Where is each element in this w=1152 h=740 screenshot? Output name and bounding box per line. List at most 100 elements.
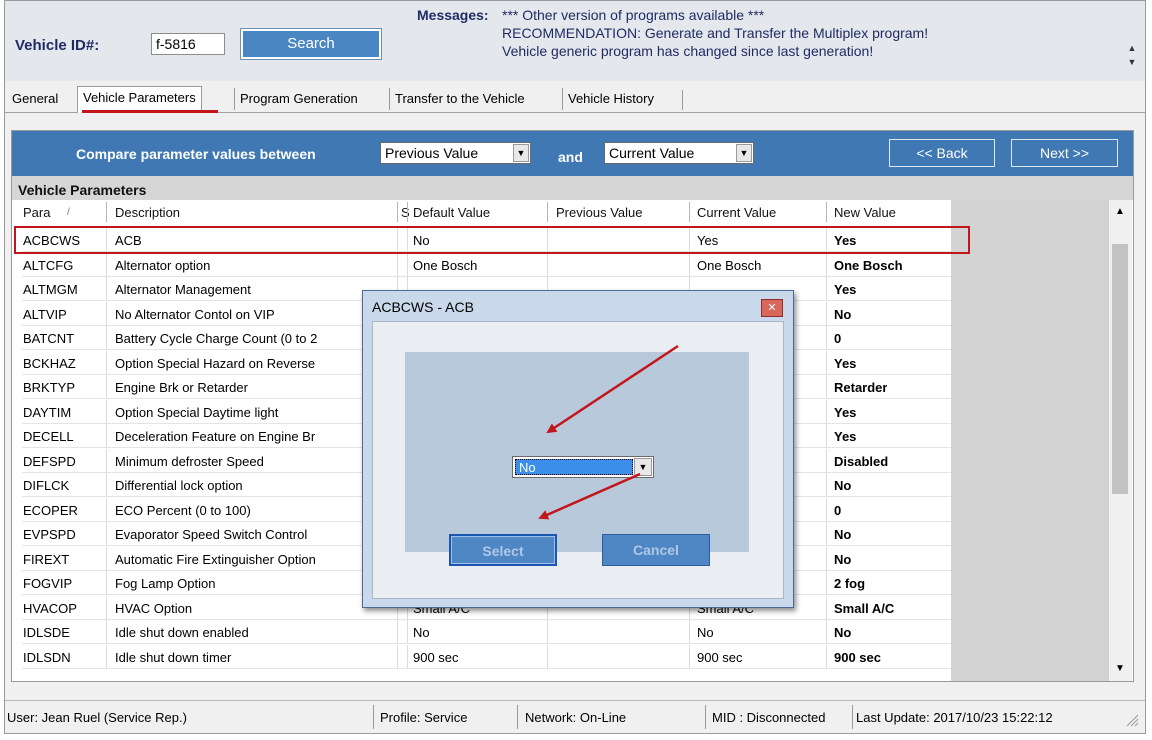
section-title: Vehicle Parameters (12, 176, 1133, 200)
table-row[interactable]: IDLSDN Idle shut down timer 900 sec 900 sec… (12, 644, 951, 669)
messages-label: Messages: (417, 7, 489, 23)
tab-general[interactable]: General (7, 88, 63, 110)
scroll-up-icon[interactable]: ▲ (1111, 203, 1129, 221)
cell-para: ALTCFG (23, 257, 74, 273)
table-row[interactable]: IDLSDE Idle shut down enabled No No No (12, 620, 951, 644)
cell-new: 0 (834, 502, 842, 518)
tab-divider (682, 90, 683, 110)
cell-desc: Option Special Daytime light (115, 404, 279, 420)
column-divider (106, 546, 107, 571)
cell-new: No (834, 527, 852, 542)
column-divider (826, 399, 827, 424)
cell-new: Retarder (834, 380, 888, 395)
cell-desc: Fog Lamp Option (115, 576, 216, 591)
cancel-button[interactable]: Cancel (602, 534, 710, 566)
cell-new: Yes (834, 404, 857, 420)
cell-para: BATCNT (23, 331, 75, 346)
column-divider (689, 644, 690, 669)
column-header-para[interactable]: Para (23, 204, 50, 222)
edit-parameter-dialog: ACBCWS - ACB ✕ No ▼ Select Cancel (362, 290, 794, 608)
status-divider (852, 705, 853, 729)
column-divider (106, 448, 107, 473)
vehicle-id-label: Vehicle ID#: (15, 37, 100, 54)
select-button[interactable]: Select (449, 534, 557, 566)
column-divider (826, 473, 827, 497)
value-select-selected: No (515, 459, 633, 475)
cell-desc: Differential lock option (115, 478, 243, 493)
cell-para: DIFLCK (23, 478, 70, 493)
tab-vehicle-history[interactable]: Vehicle History (562, 88, 659, 110)
column-divider (826, 620, 827, 644)
column-divider (106, 202, 107, 222)
column-header-s[interactable]: S (401, 204, 410, 222)
tab-transfer-to-vehicle[interactable]: Transfer to the Vehicle (389, 88, 530, 110)
column-divider (689, 202, 690, 222)
scroll-up-icon[interactable]: ▲ (1125, 41, 1139, 55)
column-divider (397, 620, 398, 644)
column-divider (826, 301, 827, 326)
column-divider (826, 522, 827, 546)
cell-para: EVPSPD (23, 527, 76, 542)
column-divider (407, 202, 408, 222)
value-select[interactable]: No ▼ (512, 456, 654, 478)
column-divider (826, 644, 827, 669)
chevron-down-icon[interactable]: ▼ (513, 144, 529, 162)
cell-new: 2 fog (834, 576, 866, 591)
compare-to-select[interactable]: Current Value ▼ (604, 142, 754, 164)
column-divider (407, 644, 408, 669)
cell-para: FIREXT (23, 551, 70, 567)
resize-grip-icon[interactable] (1125, 713, 1139, 727)
tab-vehicle-parameters[interactable]: Vehicle Parameters (77, 86, 202, 113)
column-header-default[interactable]: Default Value (413, 204, 490, 222)
column-divider (547, 620, 548, 644)
cell-new: No (834, 306, 852, 322)
close-icon[interactable]: ✕ (761, 299, 783, 317)
cell-current: 900 sec (697, 649, 743, 665)
cell-new: Yes (834, 429, 857, 444)
column-header-description[interactable]: Description (115, 204, 180, 222)
chevron-down-icon[interactable]: ▼ (634, 458, 652, 476)
column-header-previous[interactable]: Previous Value (556, 204, 642, 222)
vehicle-id-input[interactable]: f-5816 (151, 33, 225, 55)
cell-new: Yes (834, 355, 857, 371)
cell-para: HVACOP (23, 600, 77, 616)
cell-para: DECELL (23, 429, 74, 444)
back-button[interactable]: << Back (889, 139, 995, 167)
search-button[interactable]: Search (240, 28, 382, 60)
cell-current: No (697, 625, 714, 640)
table-row[interactable]: ALTCFG Alternator option One Bosch One Bosc… (12, 252, 951, 277)
cell-desc: HVAC Option (115, 600, 193, 616)
chevron-down-icon[interactable]: ▼ (736, 144, 752, 162)
dialog-title: ACBCWS - ACB (372, 299, 474, 315)
column-divider (826, 252, 827, 277)
column-divider (106, 595, 107, 620)
cell-default: No (413, 625, 430, 640)
column-divider (106, 497, 107, 522)
cell-desc: Option Special Hazard on Reverse (115, 355, 316, 371)
column-header-new[interactable]: New Value (834, 204, 896, 222)
cell-desc: Alternator Management (115, 282, 251, 297)
cell-desc: Automatic Fire Extinguisher Option (115, 551, 316, 567)
grid-scrollbar[interactable]: ▲ ▼ (1108, 200, 1132, 681)
cell-para: ALTVIP (23, 306, 67, 322)
header-panel: Vehicle ID#: f-5816 Search Messages: ***… (5, 1, 1145, 81)
next-button[interactable]: Next >> (1011, 139, 1118, 167)
compare-from-select[interactable]: Previous Value ▼ (380, 142, 531, 164)
column-divider (106, 399, 107, 424)
cell-default: One Bosch (413, 257, 478, 273)
scroll-down-icon[interactable]: ▼ (1111, 660, 1129, 678)
scrollbar-thumb[interactable] (1112, 244, 1128, 494)
cell-new: No (834, 625, 852, 640)
column-header-current[interactable]: Current Value (697, 204, 776, 222)
status-divider (705, 705, 706, 729)
column-divider (397, 252, 398, 277)
column-divider (689, 620, 690, 644)
messages-scrollbar[interactable]: ▲ ▼ (1125, 41, 1139, 81)
tab-program-generation[interactable]: Program Generation (234, 88, 363, 110)
cell-current: One Bosch (697, 257, 762, 273)
row-highlight-annotation (14, 226, 970, 254)
column-divider (106, 522, 107, 546)
cell-desc: Evaporator Speed Switch Control (115, 527, 308, 542)
column-divider (689, 252, 690, 277)
scroll-down-icon[interactable]: ▼ (1125, 55, 1139, 69)
